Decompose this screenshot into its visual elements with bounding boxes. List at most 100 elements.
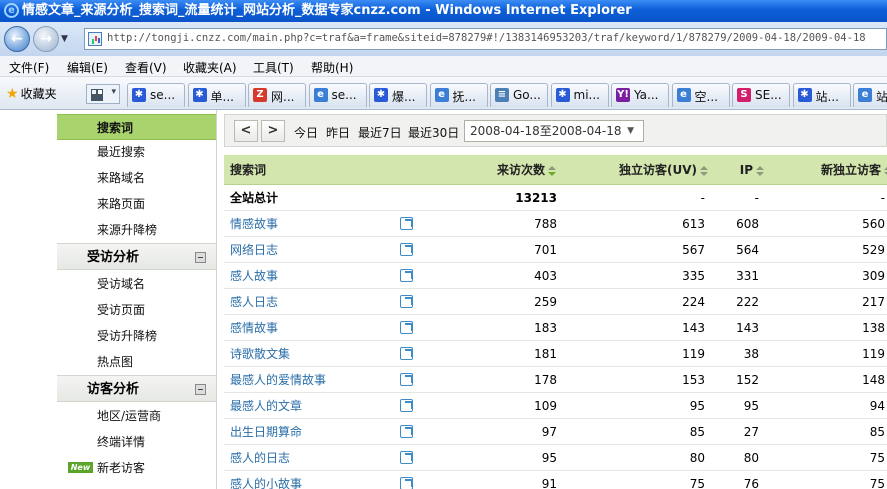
sidebar-item-search-keyword[interactable]: 搜索词 xyxy=(57,114,216,140)
external-link-icon[interactable] xyxy=(400,243,413,256)
address-url[interactable]: http://tongji.cnzz.com/main.php?c=traf&a… xyxy=(107,32,866,44)
keyword-link[interactable]: 最感人的文章 xyxy=(230,393,302,419)
menu-edit[interactable]: 编辑(E) xyxy=(67,59,108,76)
visits-cell: 95 xyxy=(541,451,557,465)
browser-tab[interactable]: e 抚... xyxy=(429,83,488,107)
table-row: 感人日志 259 224 222 217 xyxy=(224,289,887,315)
sort-icon[interactable] xyxy=(548,165,556,176)
visits-cell: 91 xyxy=(541,477,557,489)
quick-last-30-days[interactable]: 最近30日 xyxy=(408,124,459,141)
new-uv-cell: 85 xyxy=(869,425,885,439)
browser-tab[interactable]: S SE... xyxy=(732,83,790,107)
external-link-icon[interactable] xyxy=(400,295,413,308)
favorites-button[interactable]: ★ 收藏夹 xyxy=(6,85,57,102)
collapse-icon[interactable] xyxy=(195,252,206,263)
external-link-icon[interactable] xyxy=(400,451,413,464)
total-ip: - xyxy=(754,191,759,205)
browser-tab[interactable]: ✱ mi... xyxy=(550,83,609,107)
visits-cell: 178 xyxy=(534,373,557,387)
date-range-select[interactable]: 2008-04-18至2008-04-18 ▼ xyxy=(464,120,644,142)
menu-view[interactable]: 查看(V) xyxy=(125,59,167,76)
keyword-link[interactable]: 网络日志 xyxy=(230,237,278,263)
date-toolbar: < > 今日 昨日 最近7日 最近30日 2008-04-18至2008-04-… xyxy=(224,114,887,147)
menu-tools[interactable]: 工具(T) xyxy=(253,59,294,76)
table-row: 诗歌散文集 181 119 38 119 xyxy=(224,341,887,367)
tab-label: 站 xyxy=(876,90,887,104)
uv-cell: 567 xyxy=(682,243,705,257)
doc-icon: ≡ xyxy=(495,88,509,102)
back-button[interactable]: ← xyxy=(4,26,30,52)
prev-date-button[interactable]: < xyxy=(234,120,258,142)
sidebar-item-visited-ranking[interactable]: 受访升降榜 xyxy=(57,323,216,349)
keyword-link[interactable]: 出生日期算命 xyxy=(230,419,302,445)
quick-tabs-button[interactable] xyxy=(86,84,120,104)
menu-file[interactable]: 文件(F) xyxy=(9,59,49,76)
address-bar[interactable]: http://tongji.cnzz.com/main.php?c=traf&a… xyxy=(84,28,887,50)
browser-tab[interactable]: e 空... xyxy=(671,83,730,107)
header-visits[interactable]: 来访次数 xyxy=(497,155,556,185)
keyword-link[interactable]: 感情故事 xyxy=(230,315,278,341)
sidebar-section-visit-analysis[interactable]: 受访分析 xyxy=(57,243,216,270)
browser-tab[interactable]: Y! Ya... xyxy=(611,83,669,107)
header-uv[interactable]: 独立访客(UV) xyxy=(619,155,708,185)
uv-cell: 80 xyxy=(689,451,705,465)
external-link-icon[interactable] xyxy=(400,321,413,334)
external-link-icon[interactable] xyxy=(400,399,413,412)
table-row: 出生日期算命 97 85 27 85 xyxy=(224,419,887,445)
sidebar-item-visited-domain[interactable]: 受访域名 xyxy=(57,271,216,297)
sidebar-item-referrer-domain[interactable]: 来路域名 xyxy=(57,165,216,191)
sidebar-section-visitor-analysis[interactable]: 访客分析 xyxy=(57,375,216,402)
external-link-icon[interactable] xyxy=(400,425,413,438)
sidebar-item-visited-page[interactable]: 受访页面 xyxy=(57,297,216,323)
keyword-link[interactable]: 感人的日志 xyxy=(230,445,290,471)
sidebar-item-heatmap[interactable]: 热点图 xyxy=(57,349,216,375)
browser-tab[interactable]: ✱ se... xyxy=(127,83,185,107)
sidebar-item-terminal-details[interactable]: 终端详情 xyxy=(57,429,216,455)
visits-cell: 259 xyxy=(534,295,557,309)
external-link-icon[interactable] xyxy=(400,217,413,230)
quick-last-7-days[interactable]: 最近7日 xyxy=(358,124,402,141)
ie-logo-icon: e xyxy=(4,3,19,18)
tab-label: 单... xyxy=(210,90,234,104)
sidebar-item-source-ranking[interactable]: 来源升降榜 xyxy=(57,217,216,243)
menu-favorites[interactable]: 收藏夹(A) xyxy=(183,59,237,76)
browser-tab[interactable]: ≡ Go... xyxy=(490,83,548,107)
browser-tab[interactable]: Z 网... xyxy=(248,83,306,107)
table-total-row: 全站总计 13213 - - - xyxy=(224,185,887,211)
quick-today[interactable]: 今日 xyxy=(294,124,318,141)
menu-help[interactable]: 帮助(H) xyxy=(311,59,353,76)
keyword-link[interactable]: 感人日志 xyxy=(230,289,278,315)
keyword-link[interactable]: 感人的小故事 xyxy=(230,471,302,489)
header-ip[interactable]: IP xyxy=(740,155,764,185)
collapse-icon[interactable] xyxy=(195,384,206,395)
external-link-icon[interactable] xyxy=(400,347,413,360)
sidebar-item-region-isp[interactable]: 地区/运营商 xyxy=(57,403,216,429)
keyword-link[interactable]: 感人故事 xyxy=(230,263,278,289)
sidebar-item-recent-search[interactable]: 最近搜索 xyxy=(57,139,216,165)
keyword-link[interactable]: 最感人的爱情故事 xyxy=(230,367,326,393)
sidebar-item-new-returning-visitors[interactable]: 新老访客 xyxy=(57,455,216,481)
page-content: 搜索词 最近搜索 来路域名 来路页面 来源升降榜 受访分析 受访域名 受访页面 … xyxy=(0,110,887,489)
external-link-icon[interactable] xyxy=(400,373,413,386)
browser-tab[interactable]: ✱ 爆... xyxy=(369,83,427,107)
external-link-icon[interactable] xyxy=(400,269,413,282)
keyword-link[interactable]: 诗歌散文集 xyxy=(230,341,290,367)
quick-yesterday[interactable]: 昨日 xyxy=(326,124,350,141)
forward-button[interactable]: → xyxy=(33,26,59,52)
keyword-link[interactable]: 情感故事 xyxy=(230,211,278,237)
tab-label: 抚... xyxy=(452,90,476,104)
browser-tab[interactable]: ✱ 站... xyxy=(792,83,851,107)
history-dropdown-icon[interactable]: ▼ xyxy=(61,34,68,44)
header-new-uv[interactable]: 新独立访客 xyxy=(821,155,887,185)
browser-tab[interactable]: e se... xyxy=(308,83,367,107)
browser-tab[interactable]: ✱ 单... xyxy=(187,83,246,107)
sort-icon[interactable] xyxy=(756,165,764,176)
browser-tab[interactable]: e站 xyxy=(853,83,887,107)
ip-cell: 222 xyxy=(736,295,759,309)
next-date-button[interactable]: > xyxy=(261,120,285,142)
external-link-icon[interactable] xyxy=(400,477,413,489)
ip-cell: 564 xyxy=(736,243,759,257)
sort-icon[interactable] xyxy=(700,165,708,176)
new-uv-cell: 75 xyxy=(869,451,885,465)
sidebar-item-referrer-page[interactable]: 来路页面 xyxy=(57,191,216,217)
